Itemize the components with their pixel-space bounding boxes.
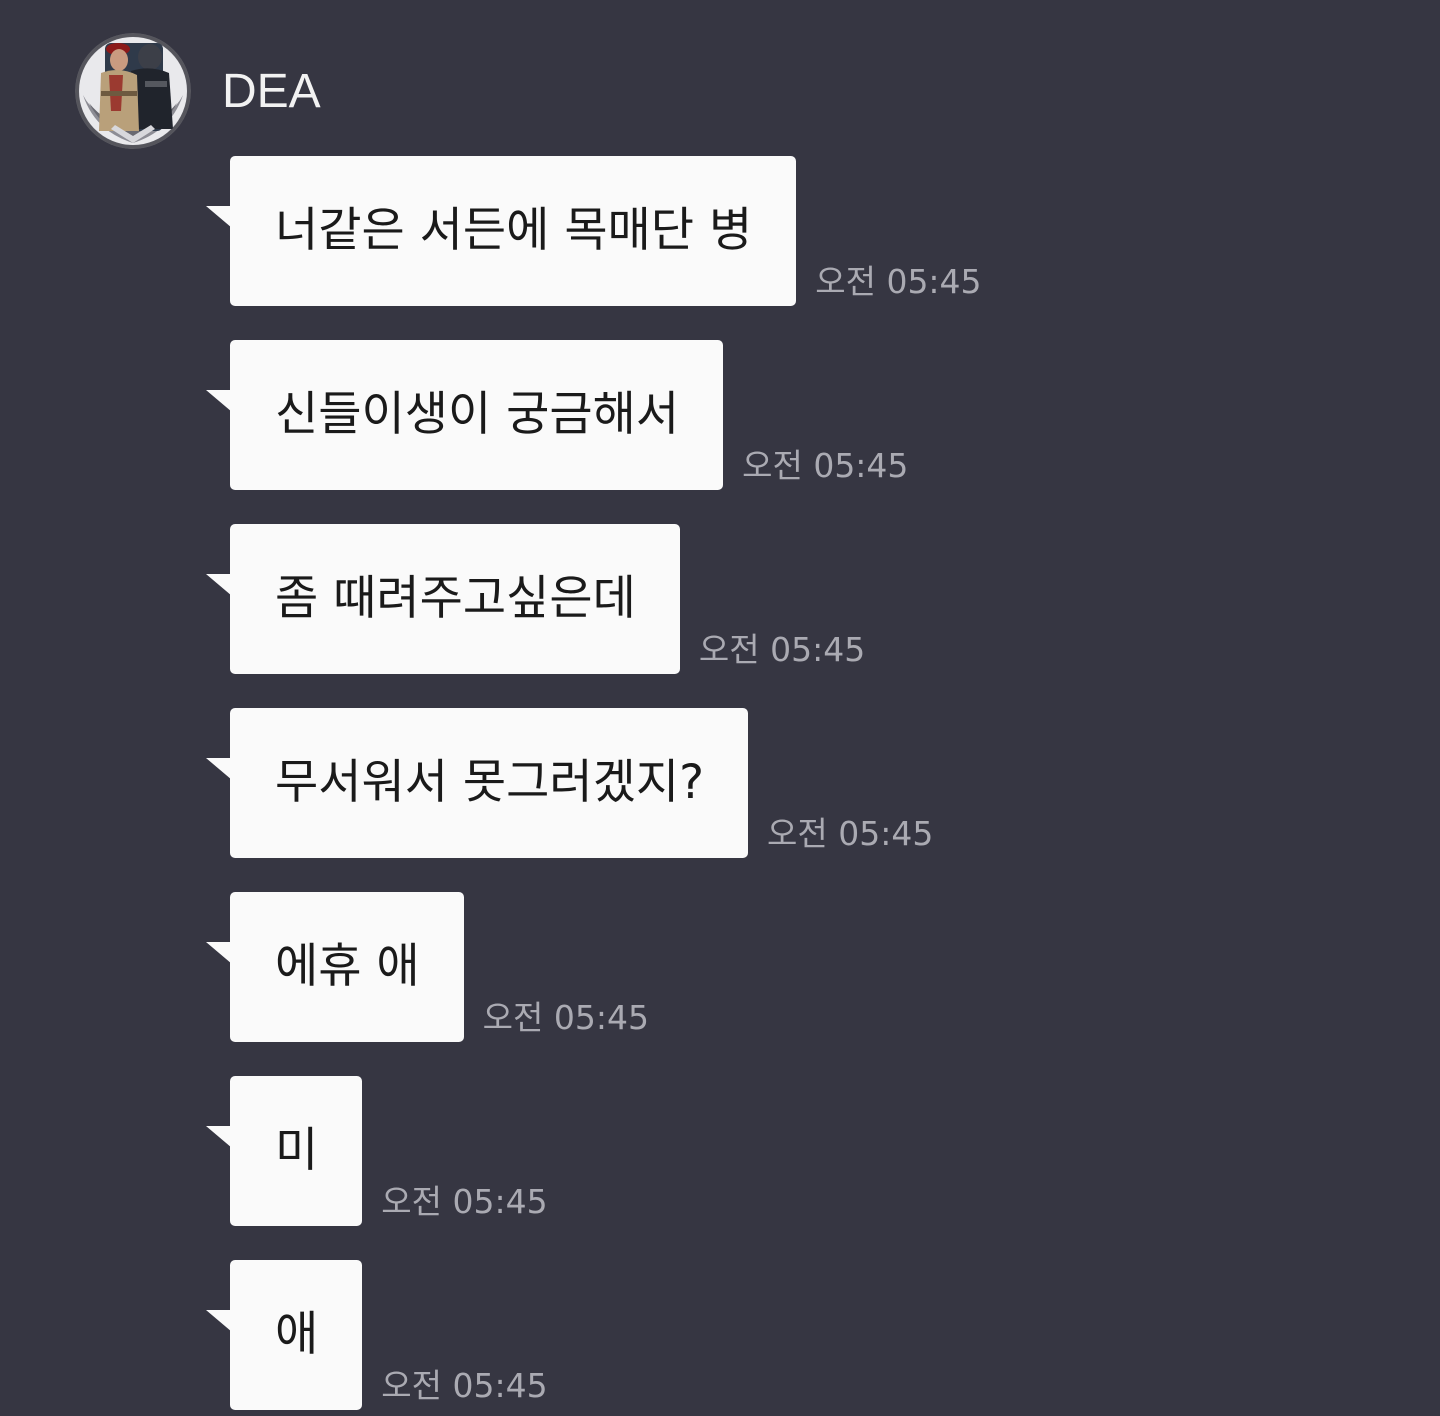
message-text: 미 xyxy=(275,1123,319,1178)
bubble-tail xyxy=(206,758,232,780)
message-bubble[interactable]: 무서워서 못그러겠지? xyxy=(206,708,749,858)
message-row: 미 오전 05:45 xyxy=(206,1076,548,1226)
message-time: 오전 05:45 xyxy=(742,446,909,485)
message-text: 좀 때려주고싶은데 xyxy=(275,571,636,626)
message-bubble[interactable]: 애 xyxy=(206,1260,363,1410)
message-time: 오전 05:45 xyxy=(698,630,866,669)
bubble-tail xyxy=(206,390,232,412)
bubble-tail xyxy=(206,942,232,964)
avatar-emblem-icon xyxy=(75,33,191,149)
message-row: 너같은 서든에 목매단 병 오전 05:45 xyxy=(206,156,982,306)
bubble-tail xyxy=(206,1310,232,1332)
message-row: 에휴 애 오전 05:45 xyxy=(206,892,649,1042)
message-row: 무서워서 못그러겠지? 오전 05:45 xyxy=(206,708,934,858)
sender-name: DEA xyxy=(222,65,321,118)
bubble-tail xyxy=(206,1126,232,1148)
message-text: 에휴 애 xyxy=(275,939,420,994)
message-time: 오전 05:45 xyxy=(767,814,934,853)
message-text: 무서워서 못그러겠지? xyxy=(275,755,705,810)
message-row: 좀 때려주고싶은데 오전 05:45 xyxy=(206,524,866,674)
bubble-tail xyxy=(206,206,232,228)
message-time: 오전 05:45 xyxy=(381,1182,548,1221)
message-text: 신들이생이 궁금해서 xyxy=(275,387,680,442)
message-time: 오전 05:45 xyxy=(815,262,982,301)
message-row: 신들이생이 궁금해서 오전 05:45 xyxy=(206,340,909,490)
message-bubble[interactable]: 미 xyxy=(206,1076,363,1226)
message-bubble[interactable]: 신들이생이 궁금해서 xyxy=(206,340,724,490)
message-bubble[interactable]: 에휴 애 xyxy=(206,892,464,1042)
message-time: 오전 05:45 xyxy=(381,1366,548,1405)
message-text: 애 xyxy=(275,1307,319,1362)
message-row: 애 오전 05:45 xyxy=(206,1260,548,1410)
sender-avatar[interactable] xyxy=(75,33,191,149)
message-bubble[interactable]: 좀 때려주고싶은데 xyxy=(206,524,680,674)
message-text: 너같은 서든에 목매단 병 xyxy=(275,203,753,258)
chat-thread: DEA 너같은 서든에 목매단 병 오전 05:45 신들이생이 궁금해서 오전… xyxy=(0,0,1440,1416)
message-bubble[interactable]: 너같은 서든에 목매단 병 xyxy=(206,156,797,306)
message-time: 오전 05:45 xyxy=(482,998,649,1037)
bubble-tail xyxy=(206,574,232,596)
